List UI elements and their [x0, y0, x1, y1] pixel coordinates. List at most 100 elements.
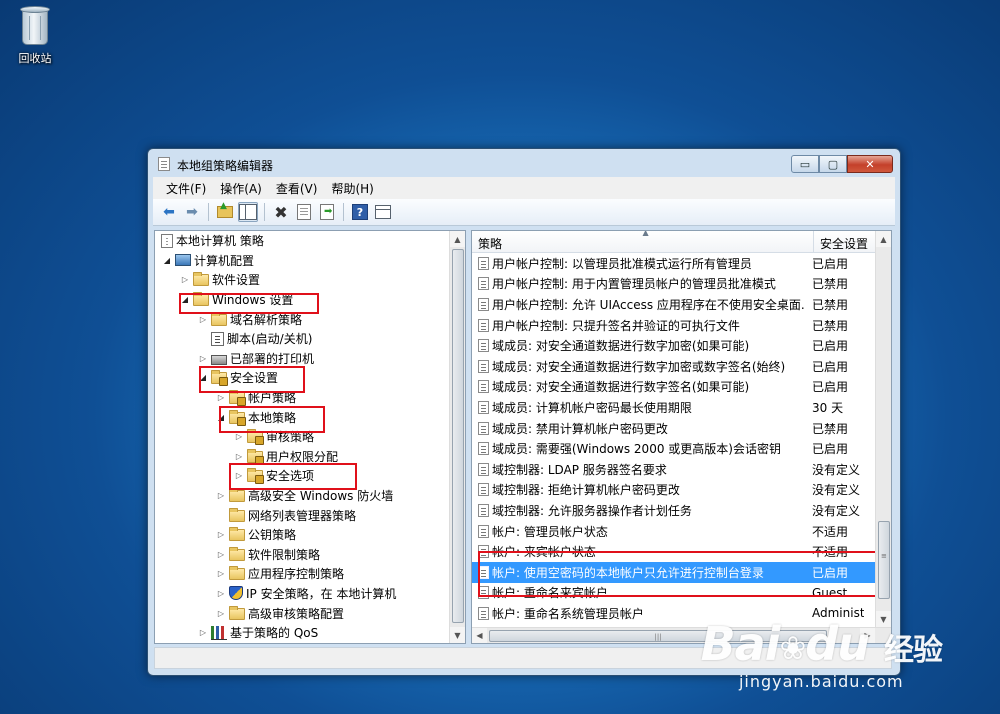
secure-folder-icon	[229, 390, 246, 407]
menu-action[interactable]: 操作(A)	[213, 178, 269, 199]
delete-button[interactable]: ✖	[271, 202, 291, 222]
expand-arrow-icon[interactable]: ▷	[179, 275, 191, 284]
tree-node-audit-policy[interactable]: ▷ 审核策略	[155, 427, 449, 447]
close-button[interactable]: ✕	[847, 155, 893, 173]
tree-node-app-control[interactable]: ▷ 应用程序控制策略	[155, 564, 449, 584]
tree-node-firewall[interactable]: ▷ 高级安全 Windows 防火墙	[155, 486, 449, 506]
expand-arrow-icon[interactable]: ▷	[197, 315, 209, 324]
tree-node-deployed-printers[interactable]: ▷ 已部署的打印机	[155, 349, 449, 369]
menu-file[interactable]: 文件(F)	[159, 178, 213, 199]
column-header-setting[interactable]: 安全设置	[814, 231, 876, 252]
tree-node-scripts[interactable]: 脚本(启动/关机)	[155, 329, 449, 349]
expand-arrow-icon[interactable]: ▷	[215, 569, 227, 578]
policy-item-icon	[478, 503, 489, 517]
table-row[interactable]: 帐户: 使用空密码的本地帐户只允许进行控制台登录 已启用	[472, 561, 875, 583]
tree-node-root[interactable]: 本地计算机 策略	[155, 231, 449, 251]
menu-help[interactable]: 帮助(H)	[324, 178, 380, 199]
column-header-policy[interactable]: ▲ 策略	[472, 231, 814, 252]
expand-arrow-icon[interactable]: ▷	[197, 628, 209, 637]
tree-node-user-rights[interactable]: ▷ 用户权限分配	[155, 447, 449, 467]
toolbar-separator	[208, 203, 209, 221]
scroll-down-arrow-icon[interactable]: ▼	[450, 627, 465, 643]
forward-button[interactable]: ➡	[182, 202, 202, 222]
collapse-arrow-icon[interactable]: ◢	[197, 373, 209, 382]
collapse-arrow-icon[interactable]: ◢	[161, 256, 173, 265]
recycle-bin-shortcut[interactable]: 回收站	[10, 4, 60, 66]
tree-node-security-settings[interactable]: ◢ 安全设置	[155, 368, 449, 388]
setting-cell: 已禁用	[812, 421, 849, 436]
collapse-arrow-icon[interactable]: ◢	[179, 295, 191, 304]
policy-cell: 帐户: 来宾帐户状态	[472, 543, 804, 560]
tree-vertical-scrollbar[interactable]: ▲ ▼	[449, 231, 465, 643]
table-row[interactable]: 帐户: 重命名来宾帐户 Guest	[472, 583, 875, 604]
tree-label: 公钥策略	[248, 528, 297, 543]
tree-node-software-restriction[interactable]: ▷ 软件限制策略	[155, 545, 449, 565]
title-bar[interactable]: 本地组策略编辑器 ▭ ▢ ✕	[148, 149, 900, 177]
tree-node-security-options[interactable]: ▷ 安全选项	[155, 466, 449, 486]
show-hide-tree-button[interactable]	[238, 202, 258, 222]
menu-view[interactable]: 查看(V)	[269, 178, 325, 199]
table-row[interactable]: 域成员: 对安全通道数据进行数字加密或数字签名(始终) 已启用	[472, 356, 875, 377]
table-row[interactable]: 帐户: 来宾帐户状态 不适用	[472, 541, 875, 562]
table-row[interactable]: 域成员: 需要强(Windows 2000 或更高版本)会话密钥 已启用	[472, 438, 875, 459]
table-row[interactable]: 帐户: 管理员帐户状态 不适用	[472, 521, 875, 542]
policy-name: 帐户: 重命名系统管理员帐户	[492, 606, 644, 621]
back-button[interactable]: ⬅	[159, 202, 179, 222]
expand-arrow-icon[interactable]: ▷	[215, 393, 227, 402]
table-row[interactable]: 域成员: 计算机帐户密码最长使用期限 30 天	[472, 397, 875, 418]
table-row[interactable]: 用户帐户控制: 以管理员批准模式运行所有管理员 已启用	[472, 253, 875, 274]
expand-arrow-icon[interactable]: ▷	[215, 530, 227, 539]
tree-node-software-settings[interactable]: ▷ 软件设置	[155, 270, 449, 290]
tree-label: 基于策略的 QoS	[230, 626, 319, 641]
tree-node-dns-policy[interactable]: ▷ 域名解析策略	[155, 309, 449, 329]
expand-arrow-icon[interactable]: ▷	[215, 491, 227, 500]
table-row[interactable]: 用户帐户控制: 只提升签名并验证的可执行文件 已禁用	[472, 315, 875, 336]
help-button[interactable]: ?	[350, 202, 370, 222]
policy-cell: 用户帐户控制: 以管理员批准模式运行所有管理员	[472, 255, 804, 272]
minimize-button[interactable]: ▭	[791, 155, 819, 173]
properties-button[interactable]	[294, 202, 314, 222]
table-row[interactable]: 域控制器: 允许服务器操作者计划任务 没有定义	[472, 500, 875, 521]
table-row[interactable]: 域成员: 对安全通道数据进行数字签名(如果可能) 已启用	[472, 377, 875, 398]
scroll-up-arrow-icon[interactable]: ▲	[450, 231, 465, 247]
table-row[interactable]: 用户帐户控制: 用于内置管理员帐户的管理员批准模式 已禁用	[472, 274, 875, 295]
tree-label: 已部署的打印机	[230, 351, 315, 366]
list-vertical-scrollbar[interactable]: ▲ ≡ ▼	[875, 231, 891, 627]
expand-arrow-icon[interactable]: ▷	[215, 609, 227, 618]
export-list-button[interactable]	[317, 202, 337, 222]
tree-node-advanced-audit[interactable]: ▷ 高级审核策略配置	[155, 603, 449, 623]
policy-cell: 用户帐户控制: 只提升签名并验证的可执行文件	[472, 317, 804, 334]
table-row[interactable]: 用户帐户控制: 允许 UIAccess 应用程序在不使用安全桌面... 已禁用	[472, 294, 875, 315]
tree-node-qos[interactable]: ▷ 基于策略的 QoS	[155, 623, 449, 643]
tree-scroll-thumb[interactable]	[452, 249, 464, 623]
expand-arrow-icon[interactable]: ▷	[233, 452, 245, 461]
tree-node-ipsec[interactable]: ▷ IP 安全策略，在 本地计算机	[155, 584, 449, 604]
tree-node-public-key[interactable]: ▷ 公钥策略	[155, 525, 449, 545]
collapse-arrow-icon[interactable]: ◢	[215, 413, 227, 422]
tree-node-local-policies[interactable]: ◢ 本地策略	[155, 407, 449, 427]
show-hide-action-pane-button[interactable]	[373, 202, 393, 222]
up-level-button[interactable]	[215, 201, 235, 222]
folder-up-icon	[217, 201, 233, 218]
expand-arrow-icon[interactable]: ▷	[197, 354, 209, 363]
policy-item-icon	[478, 442, 489, 456]
list-scroll-thumb[interactable]: ≡	[878, 521, 890, 599]
maximize-button[interactable]: ▢	[819, 155, 847, 173]
tree-node-network-list[interactable]: 网络列表管理器策略	[155, 505, 449, 525]
policy-name: 域控制器: LDAP 服务器签名要求	[492, 462, 667, 477]
tree-node-windows-settings[interactable]: ◢ Windows 设置	[155, 290, 449, 310]
tree-node-computer-config[interactable]: ◢ 计算机配置	[155, 251, 449, 271]
tree-node-account-policies[interactable]: ▷ 帐户策略	[155, 388, 449, 408]
table-row[interactable]: 域控制器: LDAP 服务器签名要求 没有定义	[472, 459, 875, 480]
scroll-up-arrow-icon[interactable]: ▲	[876, 231, 891, 247]
table-row[interactable]: 域成员: 禁用计算机帐户密码更改 已禁用	[472, 418, 875, 439]
table-row[interactable]: 域成员: 对安全通道数据进行数字加密(如果可能) 已启用	[472, 335, 875, 356]
policy-name: 用户帐户控制: 以管理员批准模式运行所有管理员	[492, 256, 752, 271]
expand-arrow-icon[interactable]: ▷	[215, 589, 227, 598]
table-row[interactable]: 域控制器: 拒绝计算机帐户密码更改 没有定义	[472, 480, 875, 501]
expand-arrow-icon[interactable]: ▷	[215, 550, 227, 559]
expand-arrow-icon[interactable]: ▷	[233, 432, 245, 441]
scroll-left-arrow-icon[interactable]: ◀	[472, 627, 487, 643]
expand-arrow-icon[interactable]: ▷	[233, 471, 245, 480]
column-label: 策略	[478, 237, 503, 251]
